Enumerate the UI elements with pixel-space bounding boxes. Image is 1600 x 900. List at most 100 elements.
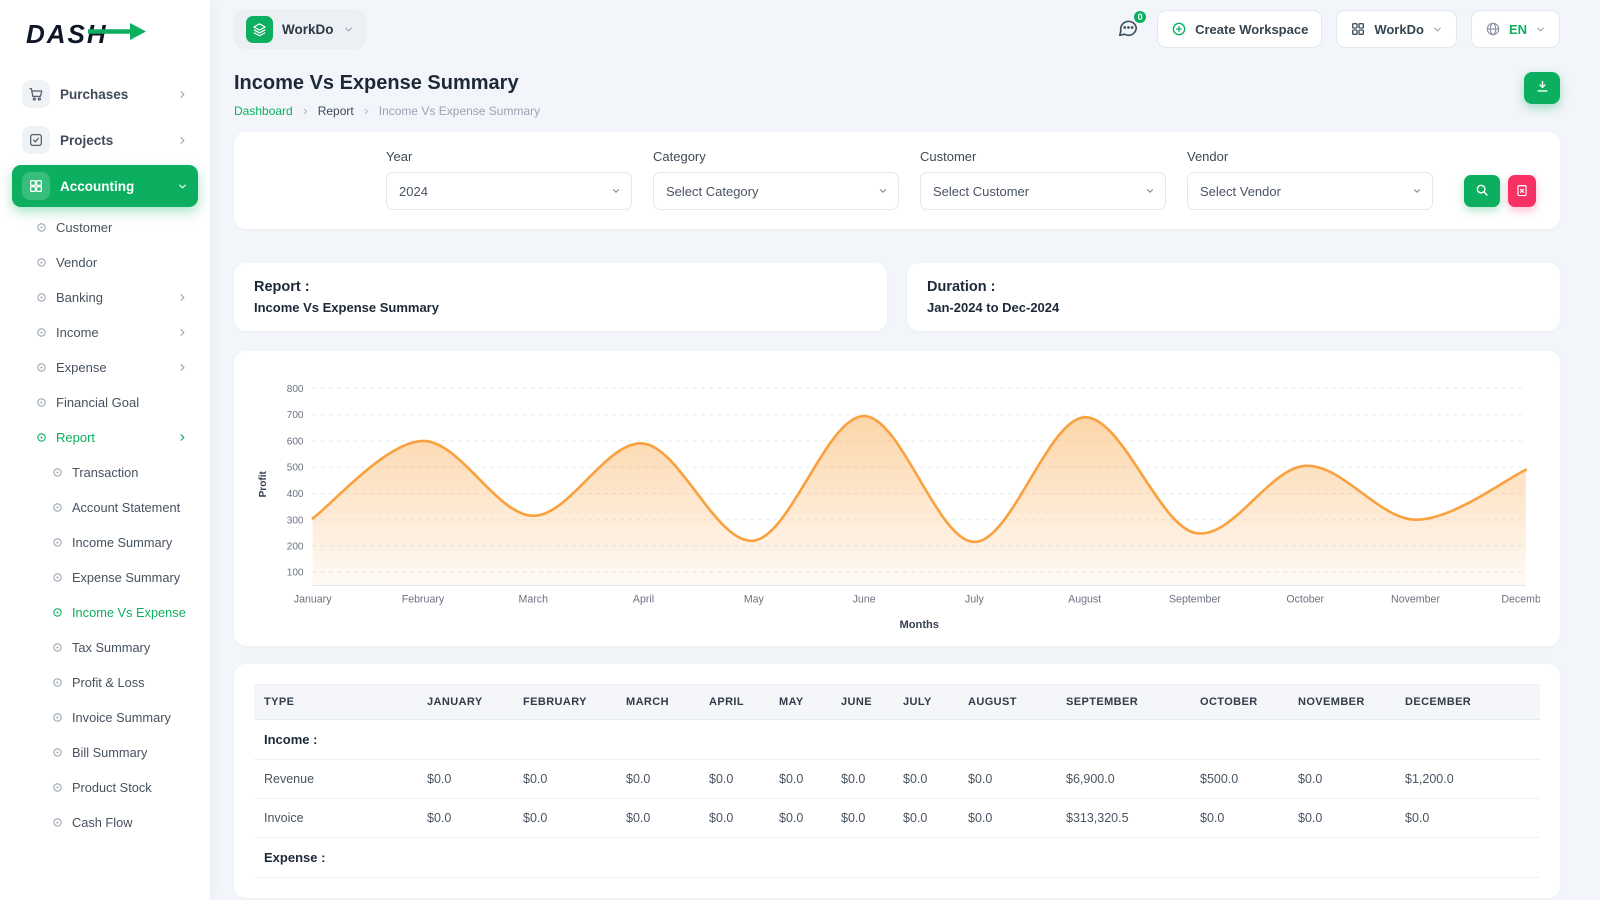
filter-label-year: Year xyxy=(386,149,632,164)
logo-arrow-head-icon xyxy=(130,23,146,40)
sidebar-item-projects[interactable]: Projects xyxy=(12,119,198,161)
row-label: Invoice xyxy=(254,798,417,837)
svg-text:September: September xyxy=(1169,594,1221,606)
svg-text:600: 600 xyxy=(287,436,304,447)
chevron-down-icon xyxy=(343,24,354,35)
table-cell xyxy=(417,719,513,759)
sidebar-item-income-summary[interactable]: Income Summary xyxy=(12,526,198,559)
table-cell xyxy=(699,719,769,759)
table-cell xyxy=(769,837,831,877)
duration-card-value: Jan-2024 to Dec-2024 xyxy=(927,300,1540,315)
sidebar-item-purchases[interactable]: Purchases xyxy=(12,73,198,115)
table-cell: $0.0 xyxy=(417,798,513,837)
workdo-menu-button[interactable]: WorkDo xyxy=(1336,10,1457,48)
language-label: EN xyxy=(1509,22,1527,37)
table-cell xyxy=(417,837,513,877)
table-cell xyxy=(893,837,958,877)
duration-card: Duration : Jan-2024 to Dec-2024 xyxy=(907,263,1560,331)
breadcrumb-item-income-vs-expense-summary: Income Vs Expense Summary xyxy=(379,104,540,118)
table-header-row: TYPEJANUARYFEBRUARYMARCHAPRILMAYJUNEJULY… xyxy=(254,684,1540,719)
workdo-menu-label: WorkDo xyxy=(1374,22,1424,37)
dot-circle-icon xyxy=(36,432,47,443)
sidebar-item-expense-summary[interactable]: Expense Summary xyxy=(12,561,198,594)
chevron-right-icon xyxy=(301,107,310,116)
svg-text:700: 700 xyxy=(287,410,304,421)
sidebar-item-tax-summary[interactable]: Tax Summary xyxy=(12,631,198,664)
category-select[interactable]: Select Category xyxy=(653,172,899,210)
table-cell xyxy=(769,719,831,759)
workspace-name: WorkDo xyxy=(282,22,334,37)
filter-label-customer: Customer xyxy=(920,149,1166,164)
sidebar-item-cash-flow[interactable]: Cash Flow xyxy=(12,806,198,839)
table-cell xyxy=(1190,837,1288,877)
dot-circle-icon xyxy=(36,397,47,408)
chevron-right-icon xyxy=(177,89,188,100)
sidebar-item-banking[interactable]: Banking xyxy=(12,281,198,314)
sidebar-item-label: Cash Flow xyxy=(72,815,132,830)
breadcrumb-item-dashboard[interactable]: Dashboard xyxy=(234,104,293,118)
table-header-january: JANUARY xyxy=(417,684,513,719)
app-logo[interactable]: DASH xyxy=(10,12,200,69)
reset-button[interactable] xyxy=(1508,175,1536,207)
table-cell: $0.0 xyxy=(513,759,616,798)
table-header-april: APRIL xyxy=(699,684,769,719)
sidebar: DASH PurchasesProjectsAccounting Customer… xyxy=(0,0,210,900)
sidebar-item-income[interactable]: Income xyxy=(12,316,198,349)
table-cell xyxy=(1056,719,1190,759)
breadcrumb-item-report[interactable]: Report xyxy=(318,104,354,118)
svg-text:300: 300 xyxy=(287,515,304,526)
search-button[interactable] xyxy=(1464,175,1500,207)
table-cell xyxy=(958,719,1056,759)
language-selector[interactable]: EN xyxy=(1471,10,1560,48)
download-button[interactable] xyxy=(1524,72,1560,104)
dot-circle-icon xyxy=(36,292,47,303)
table-row: Revenue$0.0$0.0$0.0$0.0$0.0$0.0$0.0$0.0$… xyxy=(254,759,1540,798)
svg-text:March: March xyxy=(519,594,549,606)
table-cell xyxy=(1288,837,1395,877)
svg-text:100: 100 xyxy=(287,568,304,579)
table-cell: $0.0 xyxy=(616,798,699,837)
sidebar-item-profit-loss[interactable]: Profit & Loss xyxy=(12,666,198,699)
cart-icon xyxy=(22,80,50,108)
customer-select[interactable]: Select Customer xyxy=(920,172,1166,210)
sidebar-item-account-statement[interactable]: Account Statement xyxy=(12,491,198,524)
sidebar-item-expense[interactable]: Expense xyxy=(12,351,198,384)
sidebar-item-transaction[interactable]: Transaction xyxy=(12,456,198,489)
table-cell: $0.0 xyxy=(1190,798,1288,837)
table-cell xyxy=(831,719,893,759)
table-cell: $0.0 xyxy=(513,798,616,837)
vendor-select[interactable]: Select Vendor xyxy=(1187,172,1433,210)
section-label: Income : xyxy=(254,719,417,759)
dot-circle-icon xyxy=(52,782,63,793)
sidebar-item-label: Income Summary xyxy=(72,535,172,550)
sidebar-item-bill-summary[interactable]: Bill Summary xyxy=(12,736,198,769)
page-title: Income Vs Expense Summary xyxy=(234,72,540,95)
table-row: Invoice$0.0$0.0$0.0$0.0$0.0$0.0$0.0$0.0$… xyxy=(254,798,1540,837)
svg-text:August: August xyxy=(1068,594,1101,606)
sidebar-item-report[interactable]: Report xyxy=(12,421,198,454)
table-cell xyxy=(616,719,699,759)
table-cell xyxy=(513,837,616,877)
workspace-selector[interactable]: WorkDo xyxy=(234,9,366,49)
sidebar-item-label: Income xyxy=(56,325,99,340)
table-header-october: OCTOBER xyxy=(1190,684,1288,719)
chevron-right-icon xyxy=(177,432,188,443)
project-icon xyxy=(22,126,50,154)
sidebar-item-accounting[interactable]: Accounting xyxy=(12,165,198,207)
sidebar-item-vendor[interactable]: Vendor xyxy=(12,246,198,279)
sidebar-item-income-vs-expense[interactable]: Income Vs Expense xyxy=(12,596,198,629)
table-cell: $0.0 xyxy=(1395,798,1540,837)
sidebar-item-product-stock[interactable]: Product Stock xyxy=(12,771,198,804)
sidebar-item-customer[interactable]: Customer xyxy=(12,211,198,244)
sidebar-item-financial-goal[interactable]: Financial Goal xyxy=(12,386,198,419)
duration-card-title: Duration : xyxy=(927,279,1540,295)
table-header-february: FEBRUARY xyxy=(513,684,616,719)
create-workspace-label: Create Workspace xyxy=(1195,22,1308,37)
table-cell xyxy=(1190,719,1288,759)
create-workspace-button[interactable]: Create Workspace xyxy=(1157,10,1322,48)
table-header-august: AUGUST xyxy=(958,684,1056,719)
messages-button[interactable]: 0 xyxy=(1117,17,1139,42)
dot-circle-icon xyxy=(36,362,47,373)
year-select[interactable]: 2024 xyxy=(386,172,632,210)
sidebar-item-invoice-summary[interactable]: Invoice Summary xyxy=(12,701,198,734)
